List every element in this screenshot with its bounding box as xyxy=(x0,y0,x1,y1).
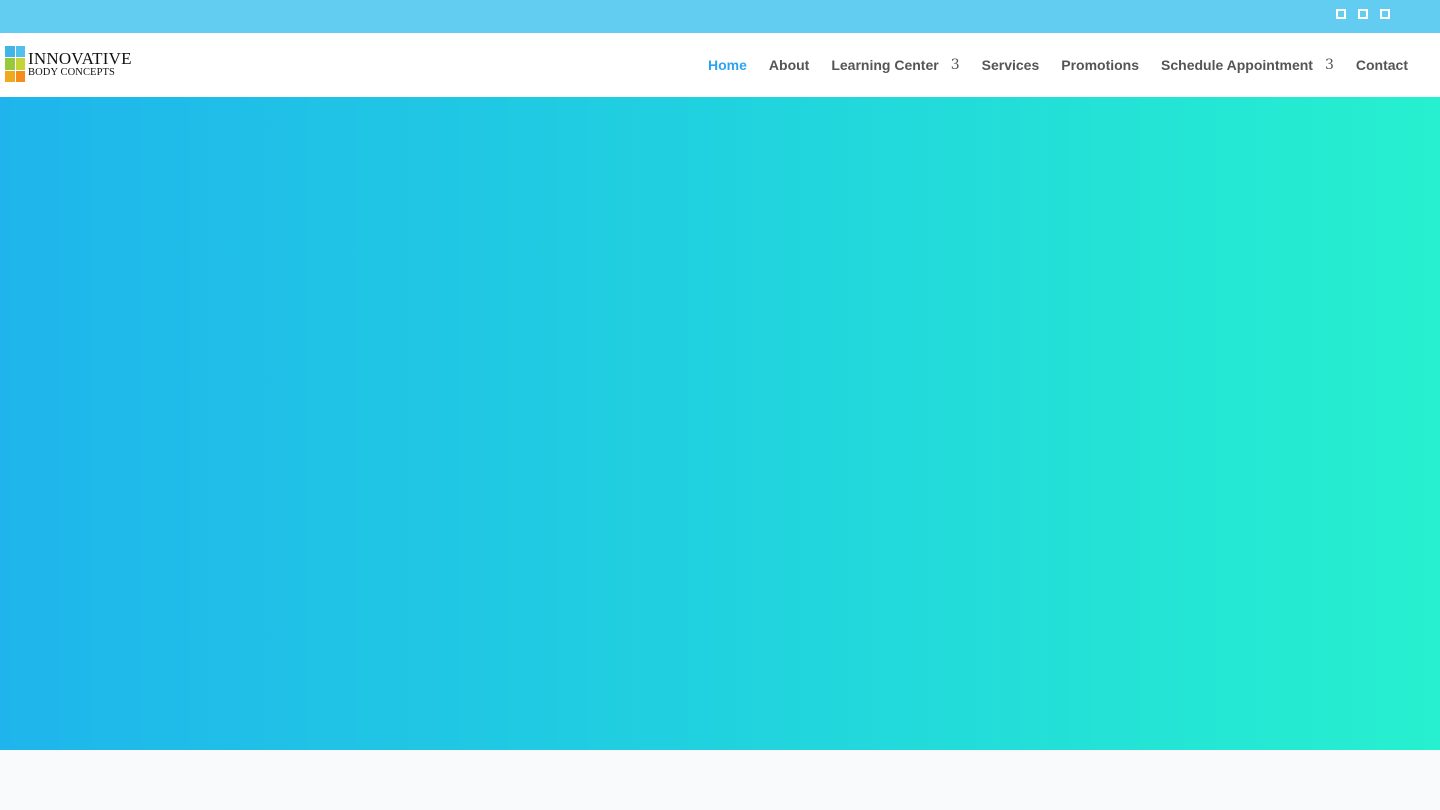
nav-item-label: About xyxy=(768,57,810,73)
nav-item-about[interactable]: About xyxy=(769,57,809,73)
nav-item-contact[interactable]: Contact xyxy=(1356,57,1408,73)
chevron-down-icon: 3 xyxy=(1324,57,1334,73)
nav-item-promotions[interactable]: Promotions xyxy=(1061,57,1139,73)
nav-item-label: Contact xyxy=(1355,57,1408,73)
logo-text: INNOVATIVE BODY CONCEPTS xyxy=(28,50,132,79)
nav-item-label: Promotions xyxy=(1061,57,1140,73)
nav-item-services[interactable]: Services xyxy=(982,57,1040,73)
nav-item-schedule-appointment[interactable]: Schedule Appointment 3 xyxy=(1161,57,1334,73)
chevron-down-icon: 3 xyxy=(950,57,960,73)
logo-line1: INNOVATIVE xyxy=(28,48,132,68)
social-icon[interactable] xyxy=(1336,9,1346,19)
nav-item-label: Schedule Appointment xyxy=(1161,57,1313,73)
nav-item-home[interactable]: Home xyxy=(708,57,747,73)
top-bar xyxy=(0,0,1440,33)
social-icon[interactable] xyxy=(1358,9,1368,19)
social-icons xyxy=(1336,9,1390,19)
site-header: INNOVATIVE BODY CONCEPTS Home About Lear… xyxy=(0,33,1440,97)
page-content-area xyxy=(0,750,1440,810)
main-nav: Home About Learning Center 3 Services Pr… xyxy=(686,33,1408,97)
nav-item-learning-center[interactable]: Learning Center 3 xyxy=(831,57,959,73)
logo[interactable]: INNOVATIVE BODY CONCEPTS xyxy=(5,46,132,82)
nav-item-label: Services xyxy=(981,57,1040,73)
nav-item-label: Learning Center xyxy=(831,57,939,73)
logo-mark-icon xyxy=(5,46,25,82)
social-icon[interactable] xyxy=(1380,9,1390,19)
nav-item-label: Home xyxy=(708,57,747,73)
hero-section xyxy=(0,97,1440,750)
logo-line2: BODY CONCEPTS xyxy=(28,66,115,78)
